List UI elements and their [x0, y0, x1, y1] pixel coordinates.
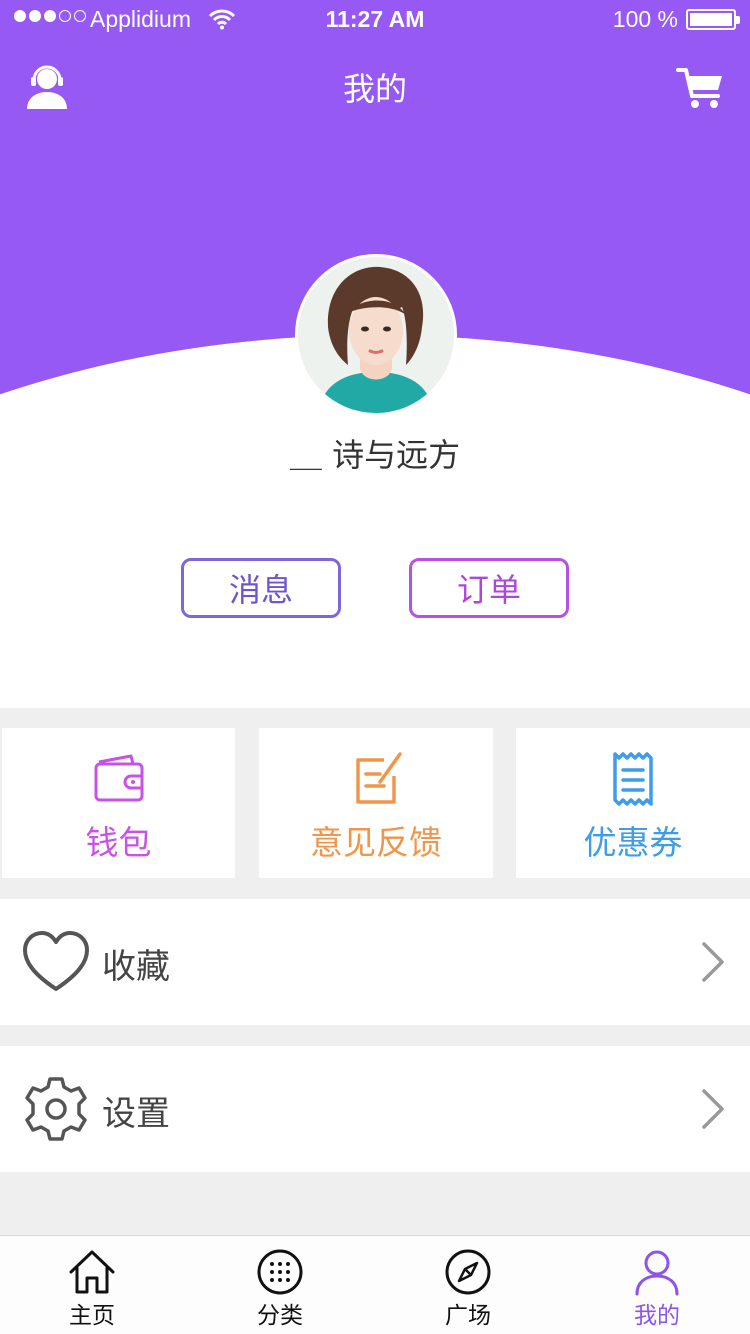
tab-home[interactable]: 主页	[32, 1236, 152, 1334]
tab-square[interactable]: 广场	[408, 1236, 528, 1334]
quick-access-cards: 钱包 意见反馈 优惠券	[0, 728, 750, 878]
favorites-label: 收藏	[102, 947, 170, 987]
gear-icon	[25, 1077, 87, 1141]
settings-label: 设置	[102, 1094, 170, 1134]
wallet-icon	[94, 754, 143, 802]
feedback-edit-icon	[356, 752, 402, 804]
wallet-label: 钱包	[85, 823, 152, 862]
user-icon	[635, 1250, 679, 1296]
tab-mine[interactable]: 我的	[597, 1236, 717, 1334]
nav-bar: 我的	[0, 56, 750, 116]
coupon-card[interactable]: 优惠券	[516, 728, 750, 878]
coupon-icon	[613, 752, 653, 806]
grid-dots-icon	[257, 1249, 303, 1295]
chevron-right-icon	[702, 942, 724, 982]
tab-category-label: 分类	[257, 1303, 303, 1329]
tab-square-label: 广场	[445, 1303, 491, 1329]
orders-button[interactable]: 订单	[409, 558, 569, 618]
settings-row[interactable]: 设置	[0, 1046, 750, 1172]
compass-icon	[445, 1249, 491, 1295]
tab-home-label: 主页	[69, 1303, 115, 1329]
page-title: 我的	[342, 70, 407, 108]
avatar[interactable]	[295, 254, 457, 416]
tab-bar: 主页 分类 广场 我的	[0, 1235, 750, 1334]
messages-button[interactable]: 消息	[181, 558, 341, 618]
tab-mine-label: 我的	[634, 1303, 680, 1329]
home-icon	[69, 1250, 115, 1294]
status-bar: Applidium 11:27 AM 100 %	[0, 0, 750, 40]
heart-icon	[23, 931, 89, 991]
avatar-photo	[298, 257, 454, 413]
favorites-row[interactable]: 收藏	[0, 899, 750, 1025]
wallet-card[interactable]: 钱包	[2, 728, 235, 878]
feedback-card[interactable]: 意见反馈	[259, 728, 493, 878]
feedback-label: 意见反馈	[310, 823, 442, 862]
username: ＿ 诗与远方	[289, 436, 461, 474]
cart-icon[interactable]	[676, 62, 726, 112]
coupon-label: 优惠券	[583, 823, 683, 862]
tab-category[interactable]: 分类	[220, 1236, 340, 1334]
chevron-right-icon	[702, 1089, 724, 1129]
battery-icon	[686, 9, 740, 30]
battery-percent: 100 %	[612, 6, 678, 32]
